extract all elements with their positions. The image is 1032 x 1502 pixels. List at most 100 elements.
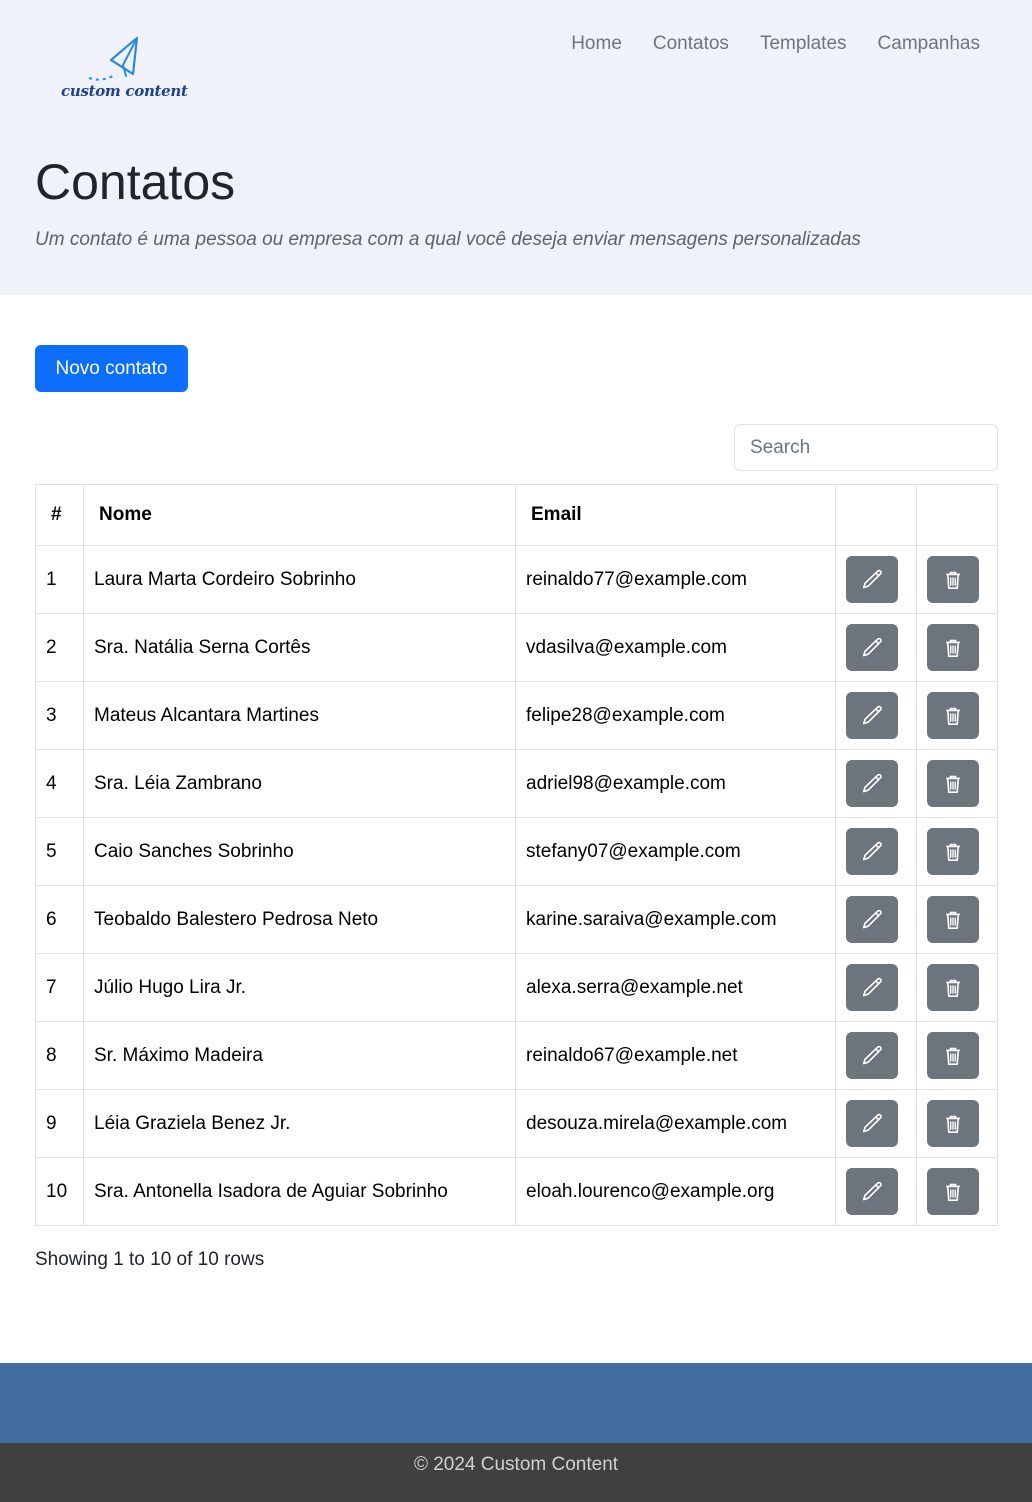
delete-button[interactable] bbox=[927, 828, 979, 875]
contact-email: reinaldo77@example.com bbox=[515, 545, 836, 614]
delete-button[interactable] bbox=[927, 1168, 979, 1215]
contact-name: Sra. Antonella Isadora de Aguiar Sobrinh… bbox=[83, 1157, 516, 1226]
nav-home[interactable]: Home bbox=[571, 33, 622, 55]
table-row: 2 Sra. Natália Serna Cortês vdasilva@examp… bbox=[35, 613, 998, 682]
search-input[interactable] bbox=[734, 424, 998, 471]
contact-name: Caio Sanches Sobrinho bbox=[83, 817, 516, 886]
main-nav: Home Contatos Templates Campanhas bbox=[571, 33, 980, 55]
pencil-icon bbox=[861, 1045, 883, 1067]
edit-button[interactable] bbox=[846, 1100, 898, 1147]
edit-button[interactable] bbox=[846, 556, 898, 603]
delete-cell bbox=[916, 1157, 998, 1226]
contact-email: reinaldo67@example.net bbox=[515, 1021, 836, 1090]
delete-button[interactable] bbox=[927, 692, 979, 739]
delete-cell bbox=[916, 953, 998, 1022]
new-contact-button[interactable]: Novo contato bbox=[35, 345, 188, 392]
contact-email: desouza.mirela@example.com bbox=[515, 1089, 836, 1158]
contact-name: Laura Marta Cordeiro Sobrinho bbox=[83, 545, 516, 614]
contact-name: Sra. Natália Serna Cortês bbox=[83, 613, 516, 682]
delete-button[interactable] bbox=[927, 556, 979, 603]
row-number: 1 bbox=[35, 545, 84, 614]
column-header-name[interactable]: Nome bbox=[83, 484, 516, 546]
footer: © 2024 Custom Content bbox=[0, 1443, 1032, 1502]
trash-icon bbox=[943, 1182, 963, 1202]
delete-cell bbox=[916, 749, 998, 818]
brand-logo[interactable]: custom content bbox=[61, 34, 188, 106]
contact-name: Júlio Hugo Lira Jr. bbox=[83, 953, 516, 1022]
row-number: 8 bbox=[35, 1021, 84, 1090]
edit-button[interactable] bbox=[846, 964, 898, 1011]
pencil-icon bbox=[861, 773, 883, 795]
row-number: 5 bbox=[35, 817, 84, 886]
column-header-email[interactable]: Email bbox=[515, 484, 836, 546]
trash-icon bbox=[943, 978, 963, 998]
footer-band bbox=[0, 1363, 1032, 1443]
edit-cell bbox=[835, 885, 917, 954]
delete-button[interactable] bbox=[927, 1100, 979, 1147]
delete-button[interactable] bbox=[927, 964, 979, 1011]
edit-cell bbox=[835, 749, 917, 818]
column-header-edit bbox=[835, 484, 917, 546]
contacts-table: # Nome Email 1 Laura Marta Cordeiro Sobri… bbox=[35, 484, 998, 1226]
nav-campanhas[interactable]: Campanhas bbox=[878, 33, 980, 55]
page-subtitle: Um contato é uma pessoa ou empresa com a… bbox=[35, 229, 861, 250]
contact-email: karine.saraiva@example.com bbox=[515, 885, 836, 954]
contact-name: Sra. Léia Zambrano bbox=[83, 749, 516, 818]
edit-button[interactable] bbox=[846, 1168, 898, 1215]
delete-cell bbox=[916, 545, 998, 614]
paper-plane-icon bbox=[61, 34, 171, 84]
pencil-icon bbox=[861, 637, 883, 659]
pencil-icon bbox=[861, 1181, 883, 1203]
page-header: custom content Home Contatos Templates C… bbox=[0, 0, 1032, 295]
edit-button[interactable] bbox=[846, 1032, 898, 1079]
edit-button[interactable] bbox=[846, 896, 898, 943]
edit-cell bbox=[835, 953, 917, 1022]
edit-button[interactable] bbox=[846, 692, 898, 739]
row-number: 2 bbox=[35, 613, 84, 682]
edit-cell bbox=[835, 1157, 917, 1226]
contact-email: adriel98@example.com bbox=[515, 749, 836, 818]
edit-cell bbox=[835, 613, 917, 682]
pencil-icon bbox=[861, 569, 883, 591]
navbar: custom content Home Contatos Templates C… bbox=[35, 0, 997, 126]
table-row: 6 Teobaldo Balestero Pedrosa Neto karine.s… bbox=[35, 885, 998, 954]
contact-email: stefany07@example.com bbox=[515, 817, 836, 886]
edit-button[interactable] bbox=[846, 828, 898, 875]
pencil-icon bbox=[861, 705, 883, 727]
table-header-row: # Nome Email bbox=[35, 484, 998, 546]
trash-icon bbox=[943, 774, 963, 794]
row-number: 4 bbox=[35, 749, 84, 818]
row-number: 10 bbox=[35, 1157, 84, 1226]
contact-name: Sr. Máximo Madeira bbox=[83, 1021, 516, 1090]
nav-contatos[interactable]: Contatos bbox=[653, 33, 729, 55]
edit-cell bbox=[835, 817, 917, 886]
contact-email: eloah.lourenco@example.org bbox=[515, 1157, 836, 1226]
column-header-number[interactable]: # bbox=[35, 484, 84, 546]
contact-email: alexa.serra@example.net bbox=[515, 953, 836, 1022]
delete-cell bbox=[916, 681, 998, 750]
edit-button[interactable] bbox=[846, 624, 898, 671]
trash-icon bbox=[943, 1114, 963, 1134]
edit-button[interactable] bbox=[846, 760, 898, 807]
trash-icon bbox=[943, 842, 963, 862]
edit-cell bbox=[835, 545, 917, 614]
table-row: 1 Laura Marta Cordeiro Sobrinho reinaldo77… bbox=[35, 545, 998, 614]
trash-icon bbox=[943, 570, 963, 590]
delete-button[interactable] bbox=[927, 760, 979, 807]
edit-cell bbox=[835, 1089, 917, 1158]
nav-templates[interactable]: Templates bbox=[760, 33, 847, 55]
table-row: 8 Sr. Máximo Madeira reinaldo67@example.ne… bbox=[35, 1021, 998, 1090]
column-header-delete bbox=[916, 484, 998, 546]
delete-button[interactable] bbox=[927, 624, 979, 671]
delete-cell bbox=[916, 1021, 998, 1090]
delete-cell bbox=[916, 1089, 998, 1158]
row-number: 6 bbox=[35, 885, 84, 954]
delete-button[interactable] bbox=[927, 896, 979, 943]
trash-icon bbox=[943, 706, 963, 726]
trash-icon bbox=[943, 910, 963, 930]
delete-button[interactable] bbox=[927, 1032, 979, 1079]
pencil-icon bbox=[861, 841, 883, 863]
pagination-info: Showing 1 to 10 of 10 rows bbox=[35, 1249, 265, 1270]
edit-cell bbox=[835, 681, 917, 750]
pencil-icon bbox=[861, 1113, 883, 1135]
